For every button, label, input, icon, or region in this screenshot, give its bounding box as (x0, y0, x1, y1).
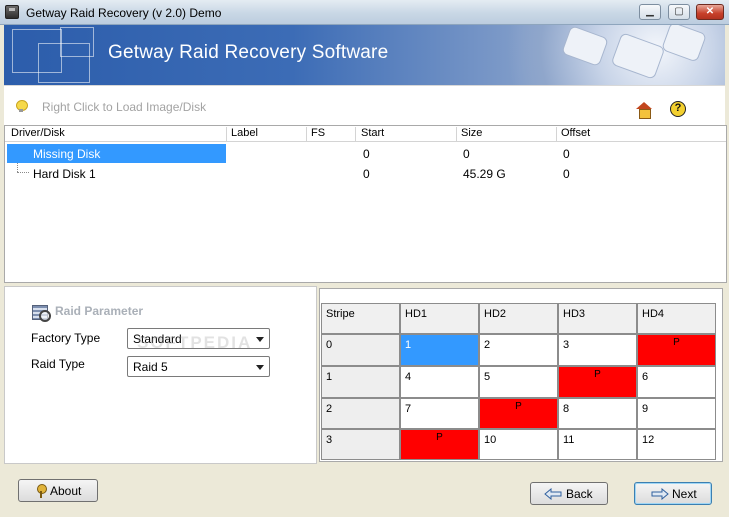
toolbar: Right Click to Load Image/Disk ? (4, 85, 725, 125)
stripe-cell[interactable]: 5 (479, 366, 558, 398)
column-header-size[interactable]: Size (461, 127, 482, 139)
stripe-cell[interactable]: 10 (479, 429, 558, 460)
app-banner: Getway Raid Recovery Software (4, 25, 725, 85)
column-header-driver[interactable]: Driver/Disk (11, 127, 65, 139)
disk-row-missing[interactable]: Missing Disk 0 0 0 (5, 144, 726, 164)
grid-header-hd4: HD4 (637, 303, 716, 334)
stripe-cell[interactable]: 3 (558, 334, 637, 366)
key-icon (37, 484, 47, 498)
stripe-label: 0 (321, 334, 400, 366)
factory-type-label: Factory Type (31, 331, 101, 345)
column-header-offset[interactable]: Offset (561, 127, 590, 139)
raid-type-select[interactable]: Raid 5 (127, 356, 270, 377)
grid-header-hd1: HD1 (400, 303, 479, 334)
about-label: About (50, 484, 82, 498)
stripe-cell[interactable]: 2 (479, 334, 558, 366)
stripe-label: 3 (321, 429, 400, 460)
disk-start: 0 (363, 167, 370, 181)
back-label: Back (566, 487, 593, 501)
raid-parameter-panel: Raid Parameter Factory Type Standard Rai… (4, 286, 317, 464)
parity-cell[interactable]: P (400, 429, 479, 460)
parity-cell[interactable]: P (637, 334, 716, 366)
stripe-cell[interactable]: 4 (400, 366, 479, 398)
raid-type-label: Raid Type (31, 357, 85, 371)
stripe-cell[interactable]: 11 (558, 429, 637, 460)
banner-title: Getway Raid Recovery Software (108, 42, 389, 63)
disk-offset: 0 (563, 147, 570, 161)
load-hint: Right Click to Load Image/Disk (42, 100, 207, 114)
stripe-label: 2 (321, 398, 400, 429)
next-label: Next (672, 487, 697, 501)
puzzle-graphic (495, 25, 725, 85)
maximize-button[interactable]: ▢ (668, 4, 690, 20)
next-button[interactable]: Next (634, 482, 712, 505)
grid-header-hd3: HD3 (558, 303, 637, 334)
parity-cell[interactable]: P (479, 398, 558, 429)
back-button[interactable]: Back (530, 482, 608, 505)
stripe-label: 1 (321, 366, 400, 398)
about-button[interactable]: About (18, 479, 98, 502)
disk-start: 0 (363, 147, 370, 161)
parity-cell[interactable]: P (558, 366, 637, 398)
title-bar[interactable]: Getway Raid Recovery (v 2.0) Demo ▁ ▢ ✕ (0, 0, 729, 25)
factory-type-value: Standard (133, 332, 182, 346)
minimize-button[interactable]: ▁ (639, 4, 661, 20)
disk-size: 45.29 G (463, 167, 506, 181)
app-icon (5, 5, 19, 19)
disk-size: 0 (463, 147, 470, 161)
raid-type-value: Raid 5 (133, 360, 168, 374)
column-header-fs[interactable]: FS (311, 127, 325, 139)
column-header-label[interactable]: Label (231, 127, 258, 139)
chevron-down-icon (256, 365, 264, 370)
grid-header-stripe: Stripe (321, 303, 400, 334)
disk-list[interactable]: Driver/Disk Label FS Start Size Offset M… (4, 125, 727, 283)
stripe-grid: Stripe HD1 HD2 HD3 HD4 0 1 2 3 P 1 4 5 P… (319, 288, 723, 462)
disk-name: Hard Disk 1 (33, 167, 96, 181)
raid-parameter-title: Raid Parameter (55, 304, 144, 318)
stripe-cell[interactable]: 7 (400, 398, 479, 429)
help-icon[interactable]: ? (670, 101, 686, 117)
close-button[interactable]: ✕ (696, 4, 724, 20)
banner-decoration (60, 27, 94, 57)
disk-row-hard-disk-1[interactable]: Hard Disk 1 0 45.29 G 0 (5, 164, 726, 184)
stripe-cell[interactable]: 9 (637, 398, 716, 429)
disk-list-header: Driver/Disk Label FS Start Size Offset (5, 126, 726, 142)
raid-search-icon (31, 303, 51, 322)
arrow-right-icon (651, 488, 669, 500)
grid-header-hd2: HD2 (479, 303, 558, 334)
disk-offset: 0 (563, 167, 570, 181)
home-icon[interactable] (636, 102, 652, 119)
stripe-cell[interactable]: 12 (637, 429, 716, 460)
stripe-cell-selected[interactable]: 1 (400, 334, 479, 366)
disk-name: Missing Disk (33, 147, 101, 161)
factory-type-select[interactable]: Standard (127, 328, 270, 349)
chevron-down-icon (256, 337, 264, 342)
stripe-cell[interactable]: 8 (558, 398, 637, 429)
window-title: Getway Raid Recovery (v 2.0) Demo (26, 6, 222, 20)
stripe-cell[interactable]: 6 (637, 366, 716, 398)
bulb-icon (16, 100, 28, 113)
column-header-start[interactable]: Start (361, 127, 384, 139)
arrow-left-icon (544, 488, 562, 500)
